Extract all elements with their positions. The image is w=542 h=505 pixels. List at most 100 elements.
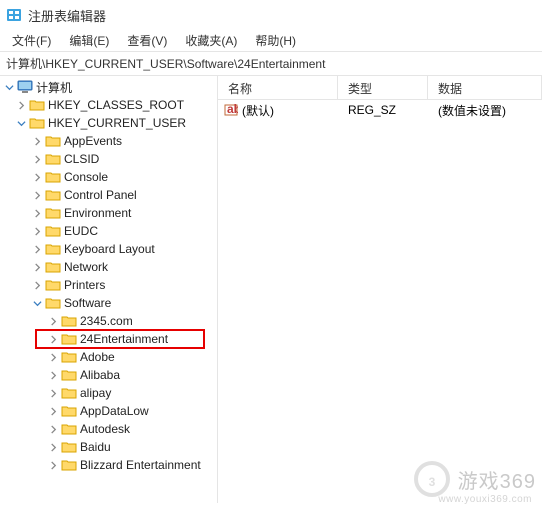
folder-icon [61,458,77,472]
tree-label: 计算机 [36,79,72,96]
menu-file[interactable]: 文件(F) [4,30,59,51]
chevron-right-icon[interactable] [46,386,60,400]
address-text: 计算机\HKEY_CURRENT_USER\Software\24Enterta… [6,55,325,72]
tree-label: Network [64,260,108,274]
watermark-url: www.youxi369.com [438,494,532,505]
tree-item-24entertainment[interactable]: 24Entertainment [0,330,217,348]
folder-icon [61,386,77,400]
col-type[interactable]: 类型 [338,76,428,99]
addressbar[interactable]: 计算机\HKEY_CURRENT_USER\Software\24Enterta… [0,52,542,76]
tree-label: AppDataLow [80,404,149,418]
chevron-down-icon[interactable] [2,80,16,94]
tree-item-printers[interactable]: Printers [0,276,217,294]
tree-item-clsid[interactable]: CLSID [0,150,217,168]
folder-icon [45,188,61,202]
tree-item-adobe[interactable]: Adobe [0,348,217,366]
tree-item-alibaba[interactable]: Alibaba [0,366,217,384]
tree-item-network[interactable]: Network [0,258,217,276]
list-panel: 名称 类型 数据 ab (默认) REG_SZ (数值未设置) [218,76,542,503]
tree-label: HKEY_CURRENT_USER [48,116,186,130]
chevron-right-icon[interactable] [46,440,60,454]
chevron-down-icon[interactable] [14,116,28,130]
col-data[interactable]: 数据 [428,76,542,99]
menu-help[interactable]: 帮助(H) [247,30,304,51]
tree-label: CLSID [64,152,99,166]
chevron-right-icon[interactable] [46,314,60,328]
chevron-down-icon[interactable] [30,296,44,310]
tree-item-2345-com[interactable]: 2345.com [0,312,217,330]
folder-icon [61,422,77,436]
tree-label: Console [64,170,108,184]
regedit-app-icon [6,7,22,23]
folder-icon [45,260,61,274]
chevron-right-icon[interactable] [46,458,60,472]
tree-label: Alibaba [80,368,120,382]
folder-icon [45,278,61,292]
tree-item-environment[interactable]: Environment [0,204,217,222]
titlebar: 注册表编辑器 [0,0,542,30]
tree-root-computer[interactable]: 计算机 [0,78,217,96]
string-value-icon: ab [224,103,238,117]
folder-icon [45,170,61,184]
chevron-right-icon[interactable] [30,224,44,238]
tree-label: HKEY_CLASSES_ROOT [48,98,184,112]
tree-label: Keyboard Layout [64,242,155,256]
tree-item-autodesk[interactable]: Autodesk [0,420,217,438]
chevron-right-icon[interactable] [30,206,44,220]
tree-hkcr[interactable]: HKEY_CLASSES_ROOT [0,96,217,114]
tree-item-alipay[interactable]: alipay [0,384,217,402]
tree-label: Adobe [80,350,115,364]
tree-item-software[interactable]: Software [0,294,217,312]
folder-icon [45,134,61,148]
window-title: 注册表编辑器 [28,6,106,25]
chevron-right-icon[interactable] [46,350,60,364]
tree-item-keyboard-layout[interactable]: Keyboard Layout [0,240,217,258]
tree-item-baidu[interactable]: Baidu [0,438,217,456]
tree-label: 2345.com [80,314,133,328]
list-header: 名称 类型 数据 [218,76,542,100]
folder-icon [61,440,77,454]
tree-label: alipay [80,386,111,400]
tree-item-console[interactable]: Console [0,168,217,186]
tree-item-blizzard-entertainment[interactable]: Blizzard Entertainment [0,456,217,474]
menu-view[interactable]: 查看(V) [119,30,175,51]
folder-icon [61,350,77,364]
chevron-right-icon[interactable] [30,188,44,202]
computer-icon [17,80,33,94]
main-split: 计算机 HKEY_CLASSES_ROOT HKEY_CURRENT_USER … [0,76,542,503]
tree-hkcu[interactable]: HKEY_CURRENT_USER [0,114,217,132]
chevron-right-icon[interactable] [46,404,60,418]
value-type: REG_SZ [338,103,428,117]
tree-item-appevents[interactable]: AppEvents [0,132,217,150]
chevron-right-icon[interactable] [30,260,44,274]
folder-icon [45,296,61,310]
list-row[interactable]: ab (默认) REG_SZ (数值未设置) [218,100,542,120]
tree-item-eudc[interactable]: EUDC [0,222,217,240]
chevron-right-icon[interactable] [14,98,28,112]
tree-label: Blizzard Entertainment [80,458,201,472]
chevron-right-icon[interactable] [46,368,60,382]
folder-icon [45,206,61,220]
chevron-right-icon[interactable] [30,170,44,184]
menu-edit[interactable]: 编辑(E) [61,30,117,51]
folder-icon [45,152,61,166]
tree-item-appdatalow[interactable]: AppDataLow [0,402,217,420]
chevron-right-icon[interactable] [30,152,44,166]
tree-label: EUDC [64,224,98,238]
chevron-right-icon[interactable] [30,242,44,256]
col-name[interactable]: 名称 [218,76,338,99]
chevron-right-icon[interactable] [30,134,44,148]
folder-icon [61,368,77,382]
chevron-right-icon[interactable] [46,422,60,436]
chevron-right-icon[interactable] [30,278,44,292]
tree-label: Printers [64,278,105,292]
menu-favorites[interactable]: 收藏夹(A) [177,30,245,51]
chevron-right-icon[interactable] [46,332,60,346]
tree-panel[interactable]: 计算机 HKEY_CLASSES_ROOT HKEY_CURRENT_USER … [0,76,218,503]
folder-icon [45,242,61,256]
tree-label: Autodesk [80,422,130,436]
tree-item-control-panel[interactable]: Control Panel [0,186,217,204]
tree-label: Environment [64,206,131,220]
tree-label: Baidu [80,440,111,454]
tree-label: Control Panel [64,188,137,202]
